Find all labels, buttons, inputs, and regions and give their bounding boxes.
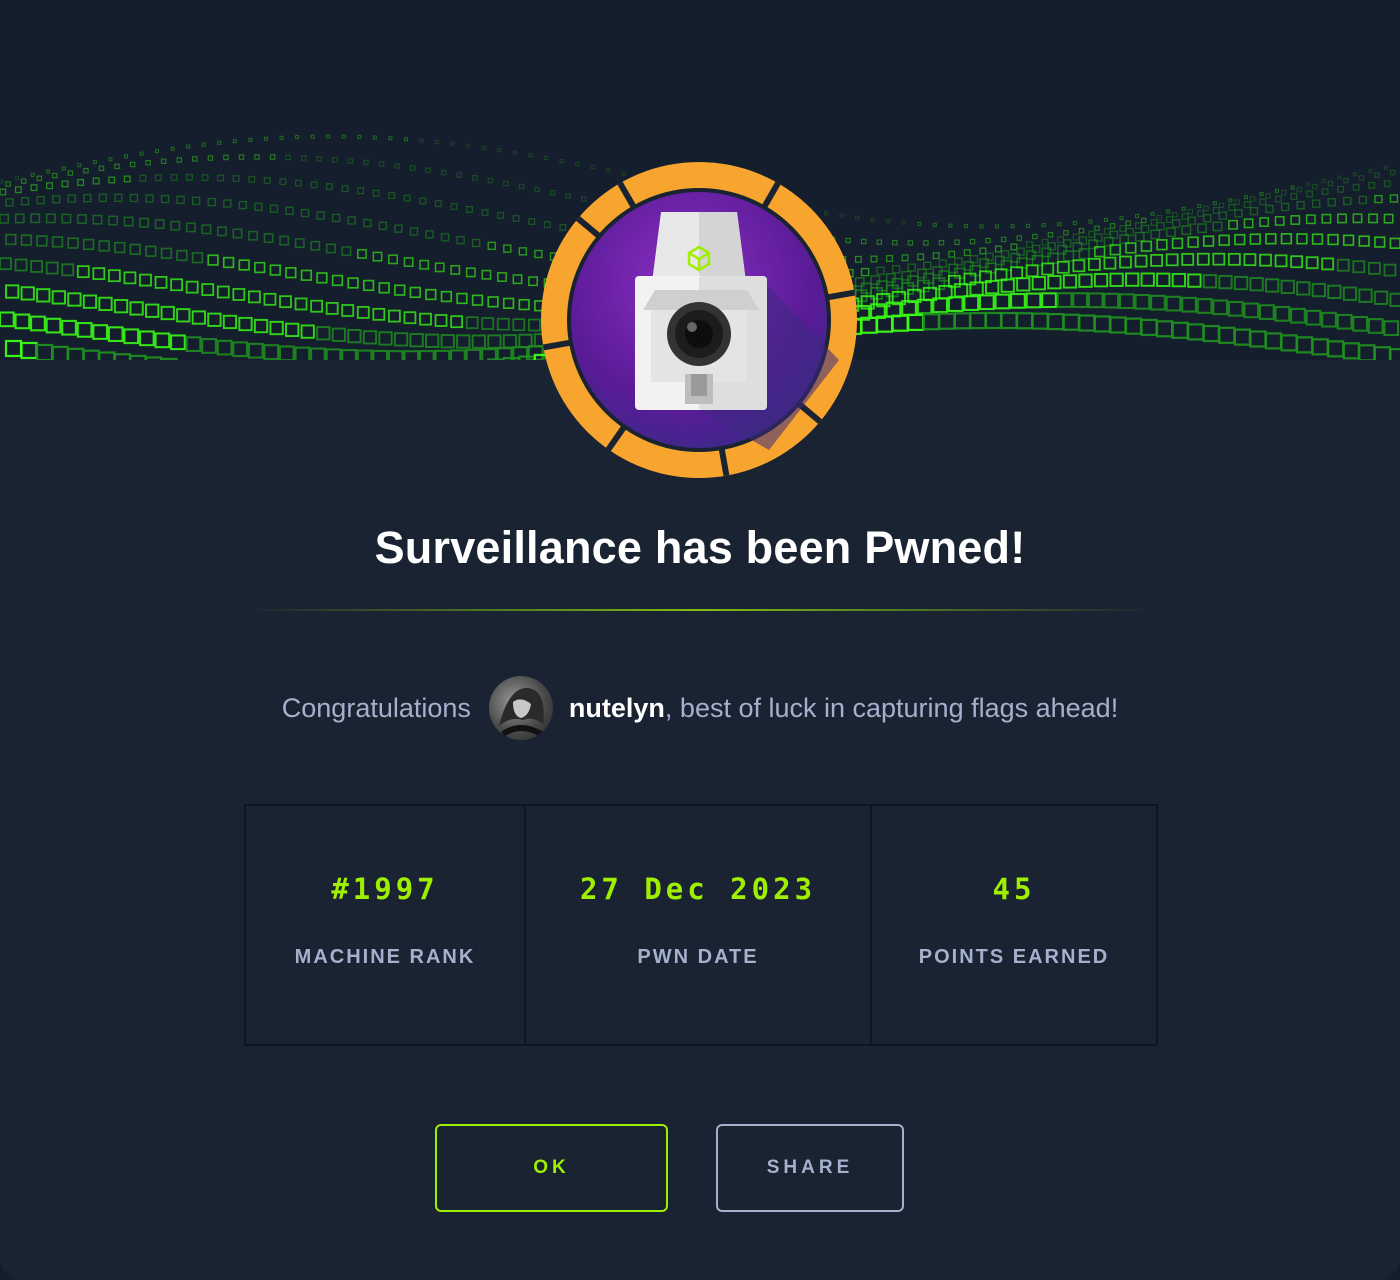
stat-label: PWN DATE (637, 946, 759, 968)
stats-panel: #1997 MACHINE RANK 27 Dec 2023 PWN DATE … (244, 804, 1158, 1046)
security-camera-icon (541, 162, 857, 478)
share-button[interactable]: SHARE (716, 1124, 904, 1212)
username[interactable]: nutelyn (569, 693, 665, 724)
title-divider (245, 609, 1155, 611)
congrats-suffix: , best of luck in capturing flags ahead! (664, 692, 1119, 723)
avatar[interactable] (488, 676, 553, 740)
user-avatar-icon (498, 687, 544, 737)
congrats-message: Congratulations nutelyn , best of luck i… (0, 676, 1400, 740)
stat-value: #1997 (331, 872, 439, 906)
stat-pwn-date: 27 Dec 2023 PWN DATE (526, 806, 872, 1044)
stat-points-earned: 45 POINTS EARNED (872, 806, 1156, 1044)
stat-label: POINTS EARNED (918, 946, 1110, 968)
page-title: Surveillance has been Pwned! (374, 522, 1026, 573)
machine-badge (539, 160, 859, 480)
congrats-prefix: Congratulations (281, 692, 471, 723)
stat-label: MACHINE RANK (294, 946, 476, 968)
stat-machine-rank: #1997 MACHINE RANK (246, 806, 526, 1044)
pwned-modal: Surveillance has been Pwned! Congratulat… (0, 0, 1400, 1280)
ok-button[interactable]: OK (435, 1124, 668, 1212)
stat-value: 45 (992, 872, 1036, 906)
stat-value: 27 Dec 2023 (579, 872, 817, 906)
